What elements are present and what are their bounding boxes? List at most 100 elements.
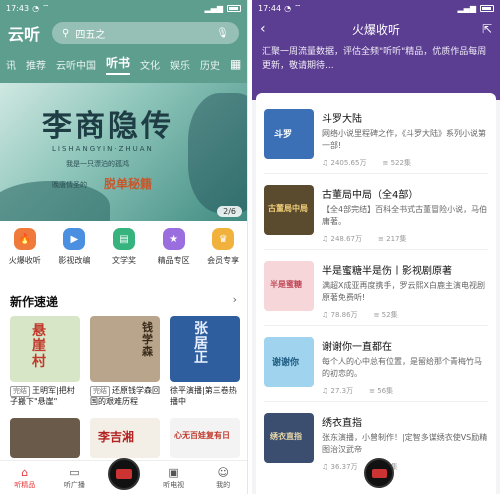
book-cover: 钱学森 <box>90 316 160 382</box>
ranking-list: 斗罗 斗罗大陆 网络小说里程碑之作，《斗罗大陆》系列小说第一部! ♫ 2405.… <box>256 93 496 494</box>
divider <box>264 249 488 250</box>
book-cover: 张居正 <box>170 316 240 382</box>
tab-player[interactable] <box>104 457 144 490</box>
tab-yunting-china[interactable]: 云听中国 <box>56 57 96 72</box>
quick-item-hot[interactable]: 🔥 火爆收听 <box>1 228 49 266</box>
book-card[interactable]: 李吉湘 <box>90 418 160 458</box>
cover-title: 半是蜜糖 <box>270 280 302 289</box>
tab-home[interactable]: ⌂ 听精品 <box>5 466 45 490</box>
status-badge: 完结 <box>10 386 30 398</box>
tab-audiobook[interactable]: 听书 <box>106 54 131 75</box>
book-card[interactable] <box>10 418 80 458</box>
banner-carousel[interactable]: 李商隐传 LISHANGYIN·ZHUAN 我是一只漂泊的孤鸿 晚唐情圣的 脱单… <box>0 83 247 221</box>
quick-item-vip[interactable]: ♛ 会员专享 <box>199 228 247 266</box>
signal-icon: ◔ <box>284 3 292 13</box>
tab-tv[interactable]: ▣ 听电视 <box>154 466 194 490</box>
list-item[interactable]: 古董局中局 古董局中局（全4部） 【全4部完结】百科全书式古董冒险小说，马伯庸著… <box>256 185 496 244</box>
search-icon: ⚲ <box>62 27 70 39</box>
list-item[interactable]: 半是蜜糖 半是蜜糖半是伤丨影视剧原著 满超X成亚再度携手，罗云熙X白鹿主演电视剧… <box>256 261 496 320</box>
radio-icon: ▭ <box>69 465 80 479</box>
tab-radio[interactable]: ▭ 听广播 <box>54 466 94 490</box>
item-cover: 绣衣直指 <box>264 413 314 463</box>
play-count: 36.37万 <box>330 463 358 471</box>
signal-bars-icon: ▂▄▆ <box>204 3 223 13</box>
quick-item-award[interactable]: ▤ 文学奖 <box>100 228 148 266</box>
share-icon[interactable]: ⇱ <box>472 22 492 36</box>
star-icon: ★ <box>162 228 185 250</box>
tab-profile[interactable]: ☺ 我的 <box>203 466 243 490</box>
search-input[interactable]: ⚲ 四五之 🎙 <box>52 22 239 44</box>
play-count: 2405.65万 <box>330 159 367 167</box>
cover-title: 钱学森 <box>142 321 153 359</box>
status-badge: 完结 <box>90 386 110 398</box>
tab-news[interactable]: 讯 <box>6 57 16 72</box>
list-item[interactable]: 谢谢你 谢谢你一直都在 每个人的心中总有位置，是留给那个青梅竹马的初恋的。 ♫ … <box>256 337 496 396</box>
list-item[interactable]: 斗罗 斗罗大陆 网络小说里程碑之作，《斗罗大陆》系列小说第一部! ♫ 2405.… <box>256 109 496 168</box>
item-title: 半是蜜糖半是伤丨影视剧原著 <box>322 266 452 277</box>
tab-recommend[interactable]: 推荐 <box>26 57 46 72</box>
quick-entries: 🔥 火爆收听 ▶ 影视改编 ▤ 文学奖 ★ 精品专区 ♛ 会员专享 <box>0 228 247 266</box>
book-cover: 心无百娃复有日 <box>170 418 240 458</box>
app-logo: 云听 <box>8 25 41 44</box>
wifi-icon: ⌔ <box>294 3 302 12</box>
status-time: 17:44 <box>258 3 282 13</box>
banner-page-indicator: 2/6 <box>217 206 242 217</box>
left-screen: 17:43 ◔ ⌔ ▂▄▆ 云听 ⚲ 四五之 🎙 讯 推荐 云听中国 听书 文化… <box>0 0 248 494</box>
category-tabs: 讯 推荐 云听中国 听书 文化 娱乐 历史 ▦ <box>0 50 247 78</box>
status-bar: 17:43 ◔ ⌔ ▂▄▆ <box>0 0 247 16</box>
disc-icon[interactable] <box>364 458 394 488</box>
item-desc: 满超X成亚再度携手，罗云熙X白鹿主演电视剧原著免费听! <box>322 281 485 302</box>
top-header: 17:44 ◔ ⌔ ▂▄▆ ‹ 火爆收听 ⇱ 汇聚一周流量数据，评估全频"听听"… <box>252 0 500 100</box>
quick-item-film[interactable]: ▶ 影视改编 <box>50 228 98 266</box>
banner-title: 李商隐传 <box>42 109 174 144</box>
tab-label: 我的 <box>216 480 231 489</box>
item-title: 古董局中局（全4部） <box>322 190 419 201</box>
book-card[interactable]: 张居正 徐平演播|第三卷热播中 <box>170 316 240 408</box>
back-icon[interactable]: ‹ <box>260 21 280 37</box>
book-cover <box>10 418 80 458</box>
signal-icon: ◔ <box>32 3 40 13</box>
book-card[interactable]: 钱学森 完结 还原钱学森回国的艰难历程 <box>90 316 160 408</box>
right-screen: 17:44 ◔ ⌔ ▂▄▆ ‹ 火爆收听 ⇱ 汇聚一周流量数据，评估全频"听听"… <box>252 0 500 494</box>
new-books-row: 悬崖村 完结 王明军|把村子搬下"悬崖" 钱学森 完结 还原钱学森回国的艰难历程 张… <box>10 316 242 408</box>
episode-count: 217集 <box>386 235 407 243</box>
item-desc: 【全4部完结】百科全书式古董冒险小说，马伯庸著。 <box>322 205 488 226</box>
tab-history[interactable]: 历史 <box>200 57 220 72</box>
tab-label: 听电视 <box>163 480 185 489</box>
mic-icon[interactable]: 🎙 <box>216 28 229 39</box>
quick-item-premium[interactable]: ★ 精品专区 <box>150 228 198 266</box>
tab-culture[interactable]: 文化 <box>140 57 160 72</box>
banner-slogan: 脱单秘籍 <box>104 177 153 191</box>
divider <box>264 325 488 326</box>
chevron-right-icon[interactable]: › <box>233 293 237 306</box>
tab-entertainment[interactable]: 娱乐 <box>170 57 190 72</box>
cover-title: 李吉湘 <box>98 430 135 444</box>
banner-figure-art <box>188 93 247 213</box>
banner-tagline: 我是一只漂泊的孤鸿 <box>66 160 129 168</box>
episode-count: 56集 <box>377 387 394 395</box>
item-title: 斗罗大陆 <box>322 114 362 125</box>
cover-title: 绣衣直指 <box>270 432 302 441</box>
tab-label: 听广播 <box>63 480 85 489</box>
grid-menu-icon[interactable]: ▦ <box>230 57 241 71</box>
quick-label: 会员专享 <box>207 256 240 265</box>
play-count: 27.3万 <box>330 387 354 395</box>
tab-label: 听精品 <box>14 480 36 489</box>
signal-bars-icon: ▂▄▆ <box>457 3 476 13</box>
list-icon: ≡ <box>373 311 380 319</box>
divider <box>264 401 488 402</box>
headphone-icon: ♫ <box>322 159 329 167</box>
item-cover: 古董局中局 <box>264 185 314 235</box>
fire-icon: 🔥 <box>13 228 36 250</box>
item-desc: 张东演播，小曾制作！|定智多谋绣衣使VS励精图治汉武帝 <box>322 433 488 454</box>
cover-title: 张居正 <box>194 321 208 367</box>
item-cover: 斗罗 <box>264 109 314 159</box>
headphone-icon: ♫ <box>322 235 329 243</box>
book-card[interactable]: 悬崖村 完结 王明军|把村子搬下"悬崖" <box>10 316 80 408</box>
book-card[interactable]: 心无百娃复有日 <box>170 418 240 458</box>
tv-icon: ▣ <box>168 465 179 479</box>
quick-label: 火爆收听 <box>8 256 41 265</box>
item-cover: 半是蜜糖 <box>264 261 314 311</box>
list-icon: ≡ <box>378 235 384 243</box>
page-title: 火爆收听 <box>351 22 400 37</box>
